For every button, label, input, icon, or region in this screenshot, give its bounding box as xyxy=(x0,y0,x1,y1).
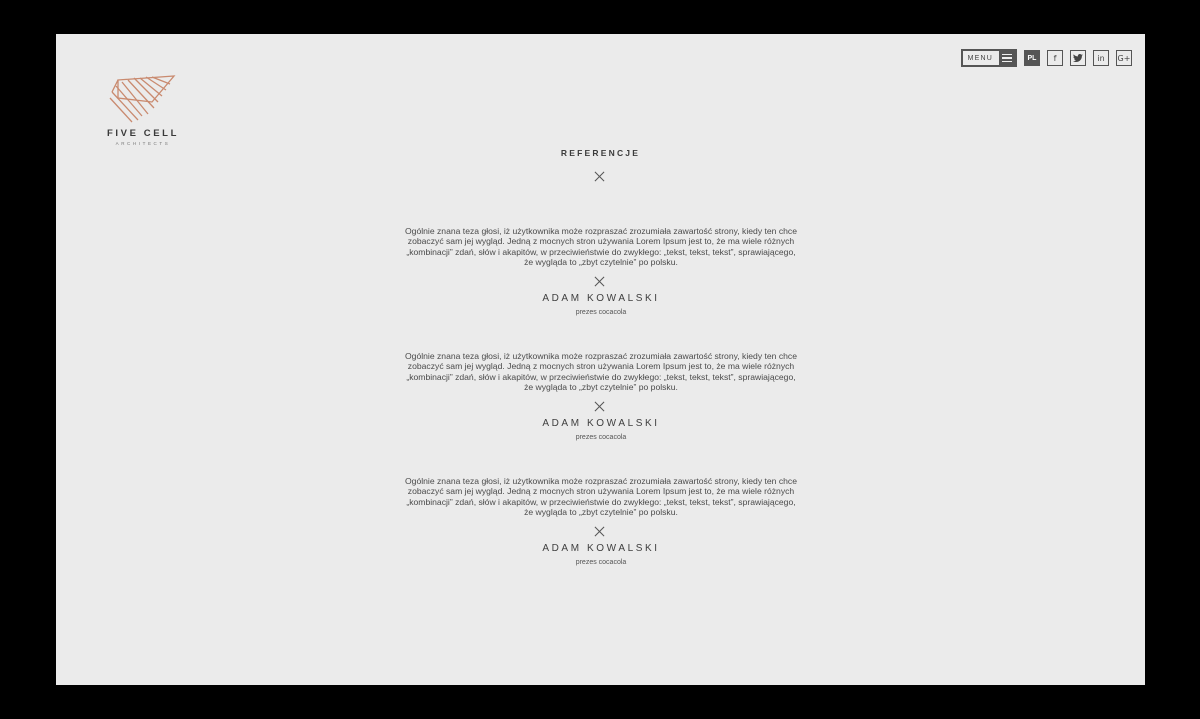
linkedin-glyph: in xyxy=(1097,53,1105,63)
linkedin-icon[interactable]: in xyxy=(1093,50,1109,66)
testimonial-author: ADAM KOWALSKI xyxy=(542,543,660,554)
google-plus-icon[interactable]: G+ xyxy=(1116,50,1132,66)
top-bar: MENU PL f in G+ xyxy=(960,49,1132,67)
page: FIVE CELL ARCHITECTS MENU PL f in G+ REF… xyxy=(56,34,1145,685)
divider-cross-icon xyxy=(594,276,605,287)
brand-subtitle: ARCHITECTS xyxy=(115,141,171,146)
testimonial-item: Ogólnie znana teza głosi, iż użytkownika… xyxy=(401,476,801,566)
divider-cross-icon xyxy=(594,401,605,412)
language-button[interactable]: PL xyxy=(1024,50,1040,66)
testimonial-quote: Ogólnie znana teza głosi, iż użytkownika… xyxy=(405,226,797,268)
testimonial-item: Ogólnie znana teza głosi, iż użytkownika… xyxy=(401,226,801,316)
logo[interactable]: FIVE CELL ARCHITECTS xyxy=(98,72,188,146)
hamburger-icon xyxy=(999,51,1015,65)
divider-cross-icon xyxy=(594,171,605,182)
menu-label: MENU xyxy=(967,54,993,62)
testimonial-role: prezes cocacola xyxy=(575,434,627,441)
testimonial-role: prezes cocacola xyxy=(575,309,627,316)
testimonial-author: ADAM KOWALSKI xyxy=(542,418,660,429)
testimonial-author: ADAM KOWALSKI xyxy=(542,293,660,304)
twitter-icon[interactable] xyxy=(1070,50,1086,66)
facebook-icon[interactable]: f xyxy=(1047,50,1063,66)
twitter-bird-shape xyxy=(1073,53,1083,62)
testimonial-item: Ogólnie znana teza głosi, iż użytkownika… xyxy=(401,351,801,441)
testimonial-quote: Ogólnie znana teza głosi, iż użytkownika… xyxy=(405,476,797,518)
testimonial-quote: Ogólnie znana teza głosi, iż użytkownika… xyxy=(405,351,797,393)
brand-name: FIVE CELL xyxy=(107,128,179,139)
google-plus-glyph: G+ xyxy=(1117,53,1131,63)
section-title: REFERENCJE xyxy=(560,148,641,158)
facebook-glyph: f xyxy=(1053,53,1057,63)
five-cell-logo-mark-icon xyxy=(109,75,176,123)
menu-button[interactable]: MENU xyxy=(960,49,1017,67)
testimonial-role: prezes cocacola xyxy=(575,559,627,566)
divider-cross-icon xyxy=(594,526,605,537)
